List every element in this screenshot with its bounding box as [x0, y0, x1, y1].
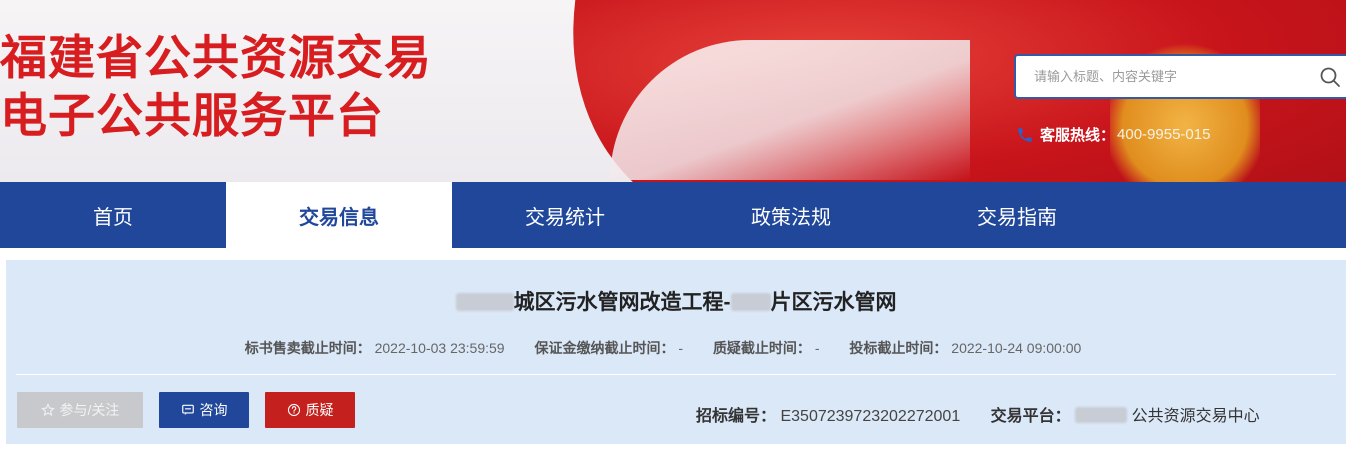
deadline-value: - [678, 340, 684, 356]
tender-info: 招标编号： E3507239723202272001 交易平台： 公共资源交易中… [696, 402, 1260, 426]
redacted-text [730, 293, 771, 311]
platform-value: 公共资源交易中心 [1131, 408, 1260, 425]
hotline-label: 客服热线： [1040, 127, 1116, 144]
deadline-value: - [814, 340, 820, 356]
deadline-label: 投标截止时间： [849, 340, 948, 356]
consult-button[interactable]: 咨询 [159, 392, 249, 428]
deadline-row: 标书售卖截止时间： 2022-10-03 23:59:59 保证金缴纳截止时间：… [6, 338, 1346, 358]
phone-icon [1018, 127, 1032, 142]
query-button[interactable]: 质疑 [265, 392, 355, 428]
nav-item-trade-stats[interactable]: 交易统计 [452, 182, 678, 248]
nav-item-home[interactable]: 首页 [0, 182, 226, 248]
deadline-label: 保证金缴纳截止时间： [534, 340, 675, 356]
redacted-text [1075, 407, 1128, 423]
divider [16, 374, 1336, 375]
deadline-value: 2022-10-24 09:00:00 [951, 340, 1082, 356]
star-icon [40, 403, 55, 417]
platform-label: 交易平台： [990, 408, 1071, 425]
search-input[interactable] [1034, 69, 1304, 84]
site-title-line1: 福建省公共资源交易 [0, 31, 432, 86]
nav-item-guide[interactable]: 交易指南 [904, 182, 1130, 248]
site-title-line2: 电子公共服务平台 [0, 89, 384, 144]
search-box [1014, 54, 1346, 99]
question-icon [287, 403, 300, 417]
chat-icon [181, 404, 194, 416]
hotline-number: 400-9955-015 [1117, 126, 1211, 143]
header-banner: 福建省公共资源交易 电子公共服务平台 客服热线： 400-9955-015 [0, 0, 1346, 182]
main-nav: 首页 交易信息 交易统计 政策法规 交易指南 [0, 182, 1346, 248]
search-icon[interactable] [1318, 65, 1342, 89]
deadline-label: 标书售卖截止时间： [244, 340, 371, 356]
deadline-value: 2022-10-03 23:59:59 [374, 340, 505, 356]
redacted-text [455, 293, 514, 311]
tender-no-label: 招标编号： [696, 408, 777, 425]
project-title-part2: 片区污水管网 [770, 291, 897, 314]
follow-button[interactable]: 参与/关注 [17, 392, 143, 428]
hotline: 客服热线： 400-9955-015 [1016, 124, 1210, 145]
consult-label: 咨询 [199, 402, 228, 418]
project-title-part1: 城区污水管网改造工程- [513, 291, 731, 314]
nav-item-trade-info[interactable]: 交易信息 [226, 182, 452, 248]
tender-no-value: E3507239723202272001 [780, 408, 961, 425]
project-title: 城区污水管网改造工程- 片区污水管网 [6, 286, 1346, 316]
query-label: 质疑 [305, 402, 334, 418]
follow-label: 参与/关注 [59, 402, 120, 418]
site-title[interactable]: 福建省公共资源交易 电子公共服务平台 [0, 30, 432, 146]
project-panel: 城区污水管网改造工程- 片区污水管网 标书售卖截止时间： 2022-10-03 2… [6, 260, 1346, 444]
nav-item-policy[interactable]: 政策法规 [678, 182, 904, 248]
deadline-label: 质疑截止时间： [712, 340, 811, 356]
